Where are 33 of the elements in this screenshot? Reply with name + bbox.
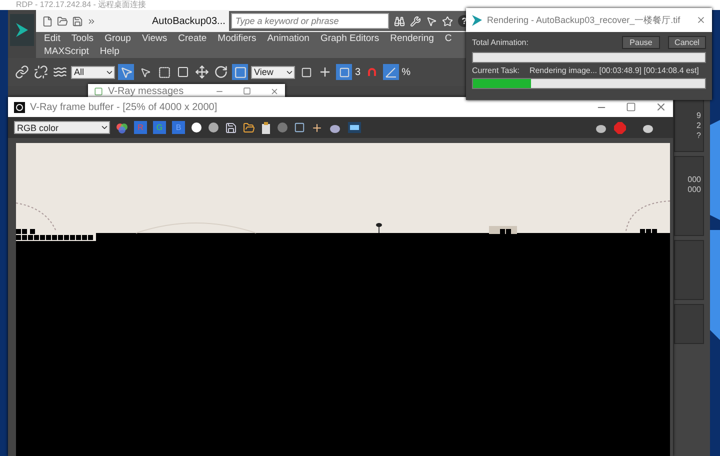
reference-coordinate-dropdown[interactable]: View [251,66,295,78]
panel-value: ? [696,131,701,141]
angle-snap-label[interactable]: 3 [355,66,361,78]
menu-item[interactable]: Group [104,33,131,44]
menu-item[interactable]: Modifiers [218,33,256,44]
channel-dropdown[interactable]: RGB color [14,121,110,134]
window-title: Rendering - AutoBackup03_recover_一楼餐厅.tif [487,14,682,26]
dialog-button[interactable]: Cancel [668,36,706,49]
menu-item[interactable]: Help [100,46,120,57]
current-task-label: Current Task: [472,66,520,75]
selection-filter-dropdown[interactable]: All [71,66,115,78]
window-title: V-Ray frame buffer - [25% of 4000 x 2000] [30,102,218,112]
menu-item[interactable]: MAXScript [44,46,89,57]
panel-value: 2 [696,121,701,131]
menu-item[interactable]: Create [178,33,207,44]
task-status: Rendering image... [00:03:48.9] [00:14:08.4 est] [529,66,700,75]
menu-item[interactable]: Rendering [390,33,434,44]
dialog-button[interactable]: Pause [622,36,660,49]
menu-item[interactable]: Graph Editors [320,33,380,44]
panel-value: 000 [688,175,701,185]
percent-snap-label[interactable]: % [402,66,410,78]
menu-item[interactable]: Edit [44,33,60,44]
menu-item[interactable]: C [444,33,452,44]
panel-value: 000 [688,185,701,195]
file-title: AutoBackup03... [152,16,226,26]
search-field[interactable]: Type a keyword or phrase [231,13,390,29]
total-animation-label: Total Animation: [472,38,528,47]
window-title: V-Ray messages [108,86,185,96]
menu-item[interactable]: Animation [267,33,310,44]
menu-item[interactable]: Views [142,33,168,44]
panel-value: 9 [696,111,701,121]
menu-item[interactable]: Tools [71,33,94,44]
remote-session-title: RDP - 172.17.242.84 - 远程桌面连接 [16,1,146,9]
